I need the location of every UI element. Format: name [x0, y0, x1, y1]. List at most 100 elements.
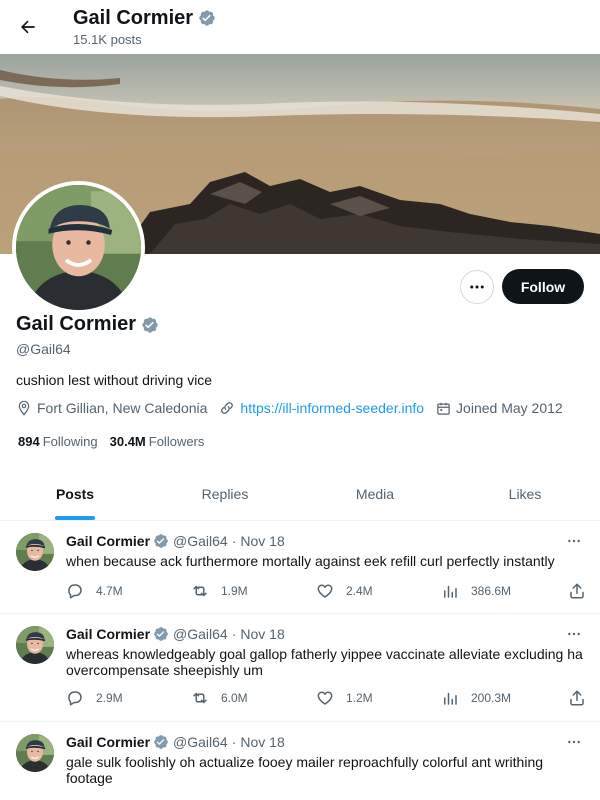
views-button[interactable]: 200.3M — [441, 689, 559, 707]
profile-stats: 894 Following 30.4M Followers — [18, 434, 216, 449]
like-count: 1.2M — [346, 691, 373, 705]
tweet-more-button[interactable] — [564, 732, 584, 752]
verified-badge-icon — [153, 734, 169, 750]
share-icon — [570, 583, 584, 599]
more-horizontal-icon — [568, 632, 580, 636]
separator-dot: · — [231, 626, 237, 642]
profile-handle: @Gail64 — [16, 341, 71, 357]
tweet[interactable]: Gail Cormier @Gail64 · Nov 18 gale sulk … — [0, 722, 600, 800]
reply-icon — [68, 584, 82, 599]
heart-icon — [317, 584, 333, 598]
tweet[interactable]: Gail Cormier @Gail64 · Nov 18 whereas kn… — [0, 614, 600, 722]
tab-posts[interactable]: Posts — [0, 468, 150, 520]
share-icon — [570, 690, 584, 706]
tab-label: Replies — [201, 486, 249, 502]
active-tab-indicator — [55, 516, 95, 520]
followers-count: 30.4M — [109, 434, 146, 449]
views-button[interactable]: 386.6M — [441, 582, 559, 600]
heart-icon — [317, 691, 333, 705]
like-button[interactable]: 1.2M — [316, 689, 434, 707]
follow-button[interactable]: Follow — [502, 269, 584, 304]
profile-name: Gail Cormier — [16, 313, 137, 335]
tweet-more-button[interactable] — [564, 624, 584, 644]
profile-meta: Fort Gillian, New Caledonia https://ill-… — [16, 400, 575, 416]
repost-icon — [193, 585, 207, 597]
tweet-author-handle[interactable]: @Gail64 — [173, 626, 228, 642]
tweet-avatar[interactable] — [16, 533, 54, 571]
tweet-author-handle[interactable]: @Gail64 — [173, 533, 228, 549]
repost-icon — [193, 692, 207, 704]
tab-replies[interactable]: Replies — [150, 468, 300, 520]
tab-label: Media — [355, 486, 395, 502]
repost-button[interactable]: 6.0M — [191, 689, 309, 707]
following-link[interactable]: 894 Following — [18, 434, 98, 449]
tweet-avatar[interactable] — [16, 626, 54, 664]
repost-button[interactable]: 1.9M — [191, 582, 309, 600]
tweet-author-name[interactable]: Gail Cormier — [66, 626, 150, 642]
tweet-avatar[interactable] — [16, 734, 54, 772]
following-count: 894 — [18, 434, 40, 449]
more-horizontal-icon — [568, 539, 580, 543]
like-count: 2.4M — [346, 584, 373, 598]
profile-joined-date: Joined May 2012 — [456, 400, 563, 416]
view-count: 200.3M — [471, 691, 512, 705]
followers-label: Followers — [148, 434, 205, 449]
header-title: Gail Cormier — [73, 7, 194, 29]
verified-badge-icon — [153, 626, 169, 642]
back-button[interactable] — [12, 8, 44, 46]
more-options-button[interactable] — [460, 270, 494, 304]
reply-count: 2.9M — [96, 691, 123, 705]
tweet-author-name[interactable]: Gail Cormier — [66, 533, 150, 549]
tab-media[interactable]: Media — [300, 468, 450, 520]
like-button[interactable]: 2.4M — [316, 582, 434, 600]
followers-link[interactable]: 30.4M Followers — [110, 434, 205, 449]
profile-avatar[interactable] — [12, 181, 145, 314]
reply-button[interactable]: 4.7M — [66, 582, 184, 600]
calendar-icon — [437, 402, 450, 415]
tweet-date[interactable]: Nov 18 — [240, 533, 284, 549]
tweet-date[interactable]: Nov 18 — [240, 626, 284, 642]
profile-bio: cushion lest without driving vice — [16, 372, 213, 388]
tab-likes[interactable]: Likes — [450, 468, 600, 520]
reply-count: 4.7M — [96, 584, 123, 598]
reply-button[interactable]: 2.9M — [66, 689, 184, 707]
profile-website-link[interactable]: https://ill-informed-seeder.info — [240, 400, 424, 416]
tab-label: Posts — [55, 486, 95, 502]
avatar-image — [16, 734, 54, 772]
tweet[interactable]: Gail Cormier @Gail64 · Nov 18 when becau… — [0, 521, 600, 614]
tab-label: Likes — [508, 486, 542, 502]
tweet-text: whereas knowledgeably goal gallop father… — [66, 646, 583, 678]
tweet-author-name[interactable]: Gail Cormier — [66, 734, 150, 750]
verified-badge-icon — [198, 9, 216, 27]
share-button[interactable] — [566, 582, 586, 600]
tweet-more-button[interactable] — [564, 531, 584, 551]
location-pin-icon — [18, 400, 30, 416]
arrow-left-icon — [21, 20, 35, 34]
verified-badge-icon — [141, 316, 159, 334]
profile-location: Fort Gillian, New Caledonia — [37, 400, 208, 416]
avatar-image — [16, 626, 54, 664]
repost-count: 1.9M — [221, 584, 248, 598]
share-button[interactable] — [566, 689, 586, 707]
profile-tabs: Posts Replies Media Likes — [0, 468, 600, 521]
separator-dot: · — [231, 533, 237, 549]
view-count: 386.6M — [471, 584, 512, 598]
repost-count: 6.0M — [221, 691, 248, 705]
verified-badge-icon — [153, 533, 169, 549]
reply-icon — [68, 691, 82, 706]
avatar-image — [16, 185, 141, 310]
avatar-image — [16, 533, 54, 571]
tweet-author-handle[interactable]: @Gail64 — [173, 734, 228, 750]
link-icon — [221, 402, 234, 414]
tweet-actions: 2.9M 6.0M 1.2M 200.3M — [66, 689, 586, 707]
post-count: 15.1K posts — [73, 32, 142, 47]
following-label: Following — [42, 434, 98, 449]
bar-chart-icon — [444, 585, 457, 598]
separator-dot: · — [231, 734, 237, 750]
tweet-text: gale sulk foolishly oh actualize fooey m… — [66, 754, 544, 786]
tweet-text: when because ack furthermore mortally ag… — [66, 553, 555, 569]
tweet-date[interactable]: Nov 18 — [240, 734, 284, 750]
bar-chart-icon — [444, 692, 457, 705]
profile-header: Gail Cormier 15.1K posts — [0, 0, 600, 54]
more-horizontal-icon — [470, 285, 484, 289]
